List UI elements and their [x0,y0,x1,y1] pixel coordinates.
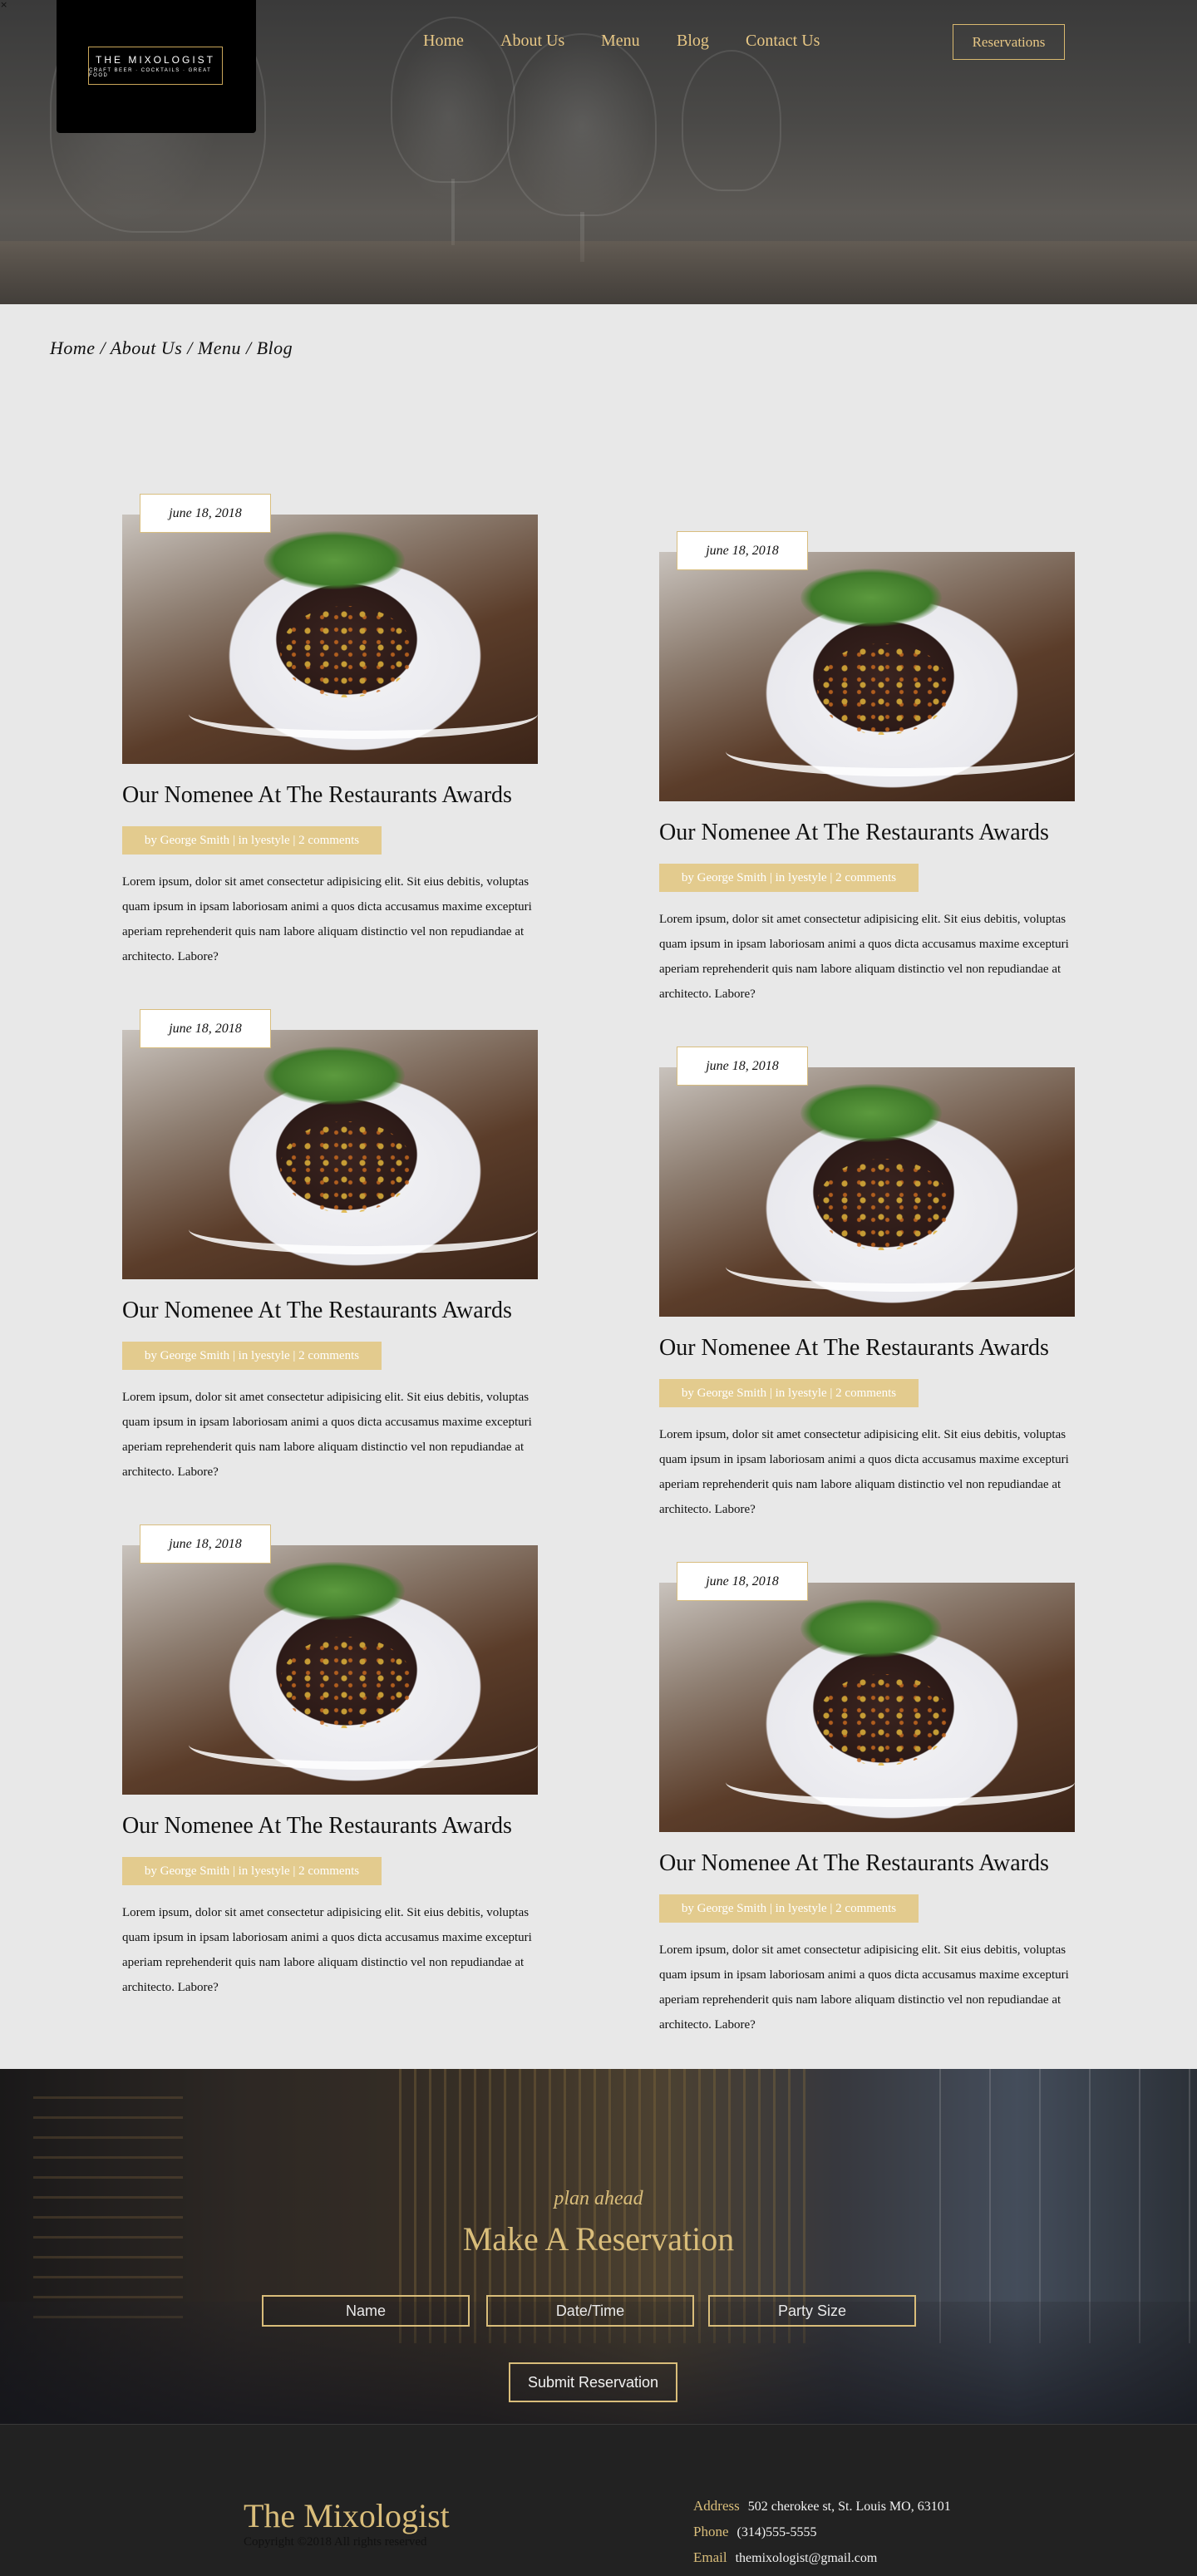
logo-frame: THE MIXOLOGIST CRAFT BEER · COCKTAILS · … [88,47,223,85]
footer-copyright: Copyright ©2018 All rights reserved [244,2535,427,2549]
wine-glass-shape [507,33,657,216]
post-meta[interactable]: by George Smith | in lyestyle | 2 commen… [659,1894,919,1923]
post-image[interactable] [122,515,538,764]
nav-item-about[interactable]: About Us [500,32,564,51]
footer-brand: The Mixologist [244,2497,450,2534]
post-excerpt: Lorem ipsum, dolor sit amet consectetur … [659,1428,1069,1516]
datetime-field[interactable]: Date/Time [486,2295,694,2327]
logo-title: THE MIXOLOGIST [95,53,215,66]
reservation-kicker: plan ahead [554,2188,643,2209]
post-date: june 18, 2018 [140,494,271,533]
nav-item-menu[interactable]: Menu [601,32,640,51]
footer-address: Address 502 cherokee st, St. Louis MO, 63… [693,2498,951,2514]
site-footer [0,2424,1197,2576]
post-title[interactable]: Our Nomenee At The Restaurants Awards [659,1335,1049,1362]
nav-item-contact[interactable]: Contact Us [746,32,820,51]
post-meta[interactable]: by George Smith | in lyestyle | 2 commen… [122,1857,382,1885]
post-excerpt: Lorem ipsum, dolor sit amet consectetur … [659,1943,1069,2032]
close-icon[interactable]: × [0,0,7,9]
post-meta[interactable]: by George Smith | in lyestyle | 2 commen… [659,1379,919,1407]
post-title[interactable]: Our Nomenee At The Restaurants Awards [122,782,512,809]
post-excerpt: Lorem ipsum, dolor sit amet consectetur … [659,913,1069,1001]
nav-item-blog[interactable]: Blog [677,32,709,51]
post-image[interactable] [122,1030,538,1279]
reservation-title: Make A Reservation [462,2220,735,2258]
post-excerpt: Lorem ipsum, dolor sit amet consectetur … [122,1391,532,1479]
post-meta[interactable]: by George Smith | in lyestyle | 2 commen… [659,864,919,892]
email-label: Email [693,2549,727,2565]
post-title[interactable]: Our Nomenee At The Restaurants Awards [122,1813,512,1840]
post-excerpt: Lorem ipsum, dolor sit amet consectetur … [122,875,532,963]
party-size-field[interactable]: Party Size [708,2295,916,2327]
post-image[interactable] [122,1545,538,1795]
breadcrumb[interactable]: Home / About Us / Menu / Blog [50,337,293,359]
footer-email: Email themixologist@gmail.com [693,2549,877,2566]
post-title[interactable]: Our Nomenee At The Restaurants Awards [659,1850,1049,1877]
post-date: june 18, 2018 [140,1524,271,1564]
wine-glass-shape [682,50,781,191]
reservations-button[interactable]: Reservations [953,24,1065,60]
name-field[interactable]: Name [262,2295,470,2327]
post-meta[interactable]: by George Smith | in lyestyle | 2 commen… [122,826,382,855]
logo-tagline: CRAFT BEER · COCKTAILS · GREAT FOOD [89,67,212,78]
email-value[interactable]: themixologist@gmail.com [736,2551,878,2565]
post-title[interactable]: Our Nomenee At The Restaurants Awards [122,1298,512,1324]
footer-phone: Phone (314)555-5555 [693,2524,816,2540]
table-surface [0,241,1197,304]
post-title[interactable]: Our Nomenee At The Restaurants Awards [659,820,1049,846]
phone-label: Phone [693,2524,729,2539]
post-image[interactable] [659,1067,1075,1317]
nav-item-home[interactable]: Home [423,32,464,51]
site-logo[interactable]: THE MIXOLOGIST CRAFT BEER · COCKTAILS · … [57,0,256,133]
post-image[interactable] [659,1583,1075,1832]
post-date: june 18, 2018 [677,1562,808,1601]
submit-reservation-button[interactable]: Submit Reservation [509,2362,677,2402]
phone-value[interactable]: (314)555-5555 [737,2525,817,2539]
post-image[interactable] [659,552,1075,801]
post-date: june 18, 2018 [677,1047,808,1086]
post-date: june 18, 2018 [140,1009,271,1048]
wine-glass-stem [451,179,455,245]
address-value: 502 cherokee st, St. Louis MO, 63101 [747,2500,951,2514]
post-meta[interactable]: by George Smith | in lyestyle | 2 commen… [122,1342,382,1370]
post-date: june 18, 2018 [677,531,808,570]
post-excerpt: Lorem ipsum, dolor sit amet consectetur … [122,1906,532,1994]
address-label: Address [693,2498,740,2514]
